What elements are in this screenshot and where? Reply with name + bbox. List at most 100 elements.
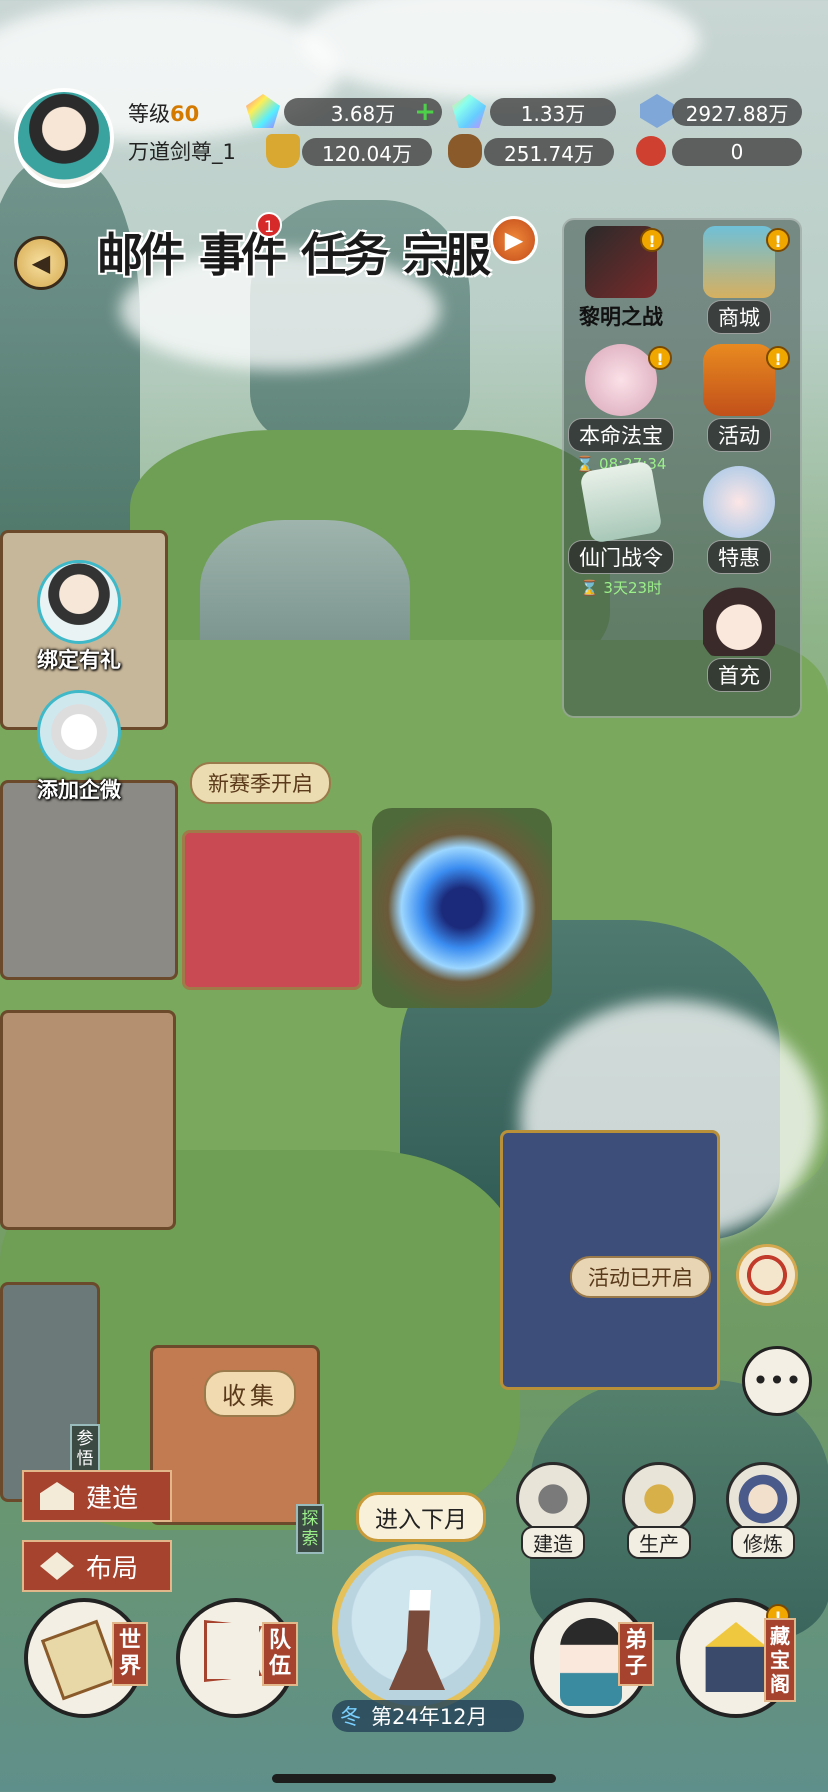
sect-server-tab[interactable]: 宗服 [402, 212, 491, 292]
disciples-tag: 弟子 [618, 1622, 654, 1686]
resource-value: 120.04万 [322, 141, 412, 166]
activity-open-label[interactable]: 活动已开启 [570, 1256, 711, 1298]
resource-gold[interactable]: 120.04万 [302, 138, 432, 166]
scroll-map-icon [40, 1619, 120, 1701]
red-token-icon [636, 136, 666, 166]
fox-spirit-icon [585, 344, 657, 416]
side-gift-label: 绑定有礼 [37, 648, 121, 672]
build-label: 建造 [86, 1483, 139, 1514]
explore-tag[interactable]: 探索 [296, 1504, 324, 1554]
level-display: 等级60 [128, 98, 199, 128]
player-name: 万道剑尊_1 [128, 140, 236, 164]
activity-first-recharge[interactable]: 首充 [684, 584, 794, 692]
tab-label: 邮件 [97, 228, 185, 282]
level-value: 60 [170, 102, 200, 126]
resource-jade[interactable]: 3.68万 + [284, 98, 442, 126]
new-season-label[interactable]: 新赛季开启 [190, 762, 331, 804]
disciple-portrait-icon [560, 1618, 622, 1706]
tab-label: 宗服 [403, 228, 491, 282]
timer-value: 3天23时 [603, 579, 663, 597]
crystal-icon [640, 94, 674, 128]
maiden-gift-icon [703, 466, 775, 538]
wheat-icon [622, 1462, 696, 1536]
add-wecom-avatar [37, 690, 121, 774]
snowy-tree-icon [389, 1590, 445, 1690]
season-label: 冬 [340, 1705, 361, 1729]
resource-value: 2927.88万 [685, 101, 789, 126]
wood-log-icon [448, 134, 482, 168]
construct-label: 建造 [521, 1526, 585, 1559]
gold-ingot-icon [266, 134, 300, 168]
build-button[interactable]: 建造 [22, 1470, 172, 1522]
cultivate-button[interactable]: 修炼 [718, 1462, 808, 1559]
layout-button[interactable]: 布局 [22, 1540, 172, 1592]
alert-icon: ! [766, 228, 790, 252]
cultivate-label: 修炼 [731, 1526, 795, 1559]
resource-jade-bound[interactable]: 1.33万 [490, 98, 616, 126]
lantern-icon [703, 344, 775, 416]
maiden-portrait-icon [703, 584, 775, 656]
add-icon[interactable]: + [414, 98, 436, 126]
resource-crystal[interactable]: 2927.88万 [672, 98, 802, 126]
treasure-pavilion-tag: 藏宝阁 [764, 1618, 796, 1702]
meditating-sage-icon [726, 1462, 800, 1536]
resource-value: 251.74万 [504, 141, 594, 166]
layout-label: 布局 [86, 1553, 139, 1584]
resource-value: 0 [730, 140, 744, 164]
scroll-left-button[interactable]: ◀ [14, 236, 68, 290]
date-label: 第24年12月 [371, 1705, 488, 1729]
activity-label: 黎明之战 [579, 305, 663, 329]
top-hud: 等级60 万道剑尊_1 3.68万 + 1.33万 2927.88万 120.0… [0, 80, 828, 188]
rainbow-jade-bound-icon [452, 94, 486, 128]
activity-label: 活动 [707, 418, 771, 452]
level-label: 等级 [128, 102, 170, 126]
construct-button[interactable]: 建造 [508, 1462, 598, 1559]
mail-tab[interactable]: 邮件 [96, 212, 185, 292]
team-tag: 队伍 [262, 1622, 298, 1686]
resource-value: 3.68万 [330, 101, 396, 126]
alert-icon: ! [648, 346, 672, 370]
arena-building[interactable] [182, 830, 362, 990]
activity-label: 特惠 [707, 540, 771, 574]
rainbow-jade-icon [246, 94, 280, 128]
alert-icon: ! [766, 346, 790, 370]
chat-bubble-icon: ••• [752, 1364, 802, 1397]
hammer-icon [516, 1462, 590, 1536]
bind-gift-button[interactable]: 绑定有礼 [24, 560, 134, 674]
player-avatar[interactable] [14, 88, 114, 188]
insight-tag[interactable]: 参悟 [70, 1424, 100, 1474]
activity-label: 商城 [707, 300, 771, 334]
season-calendar-button[interactable] [332, 1544, 500, 1712]
resource-value: 1.33万 [520, 101, 586, 126]
resource-red-token[interactable]: 0 [672, 138, 802, 166]
activity-emblem-icon[interactable] [736, 1244, 798, 1306]
scroll-order-icon [579, 460, 663, 544]
countdown-timer: ⌛ 3天23时 [579, 579, 663, 597]
tab-label: 任务 [301, 228, 389, 282]
side-gift-label: 添加企微 [37, 778, 121, 802]
chat-button[interactable]: ••• [742, 1346, 812, 1416]
next-month-button[interactable]: 进入下月 [356, 1492, 486, 1542]
portal-vortex[interactable] [372, 808, 552, 1008]
scroll-right-button[interactable]: ▶ [490, 216, 538, 264]
resource-wood[interactable]: 251.74万 [484, 138, 614, 166]
bind-gift-avatar [37, 560, 121, 644]
chevron-right-icon: ▶ [504, 226, 524, 254]
activity-label: 首充 [707, 658, 771, 692]
chevron-left-icon: ◀ [31, 249, 51, 277]
produce-button[interactable]: 生产 [614, 1462, 704, 1559]
pavilion-icon [705, 1622, 767, 1692]
activity-special-offer[interactable]: 特惠 [684, 466, 794, 574]
notification-badge: 1 [256, 212, 282, 238]
shop-building-icon [703, 226, 775, 298]
activity-battle-pass[interactable]: 仙门战令 ⌛ 3天23时 [566, 460, 676, 598]
add-wecom-button[interactable]: 添加企微 [24, 690, 134, 804]
world-tag: 世界 [112, 1622, 148, 1686]
activity-label: 仙门战令 [568, 540, 674, 574]
produce-label: 生产 [627, 1526, 691, 1559]
tasks-tab[interactable]: 任务 [300, 212, 389, 292]
home-indicator[interactable] [272, 1774, 556, 1783]
activity-label: 本命法宝 [568, 418, 674, 452]
collect-label[interactable]: 收集 [204, 1370, 296, 1417]
date-display: 冬 第24年12月 [332, 1700, 524, 1732]
